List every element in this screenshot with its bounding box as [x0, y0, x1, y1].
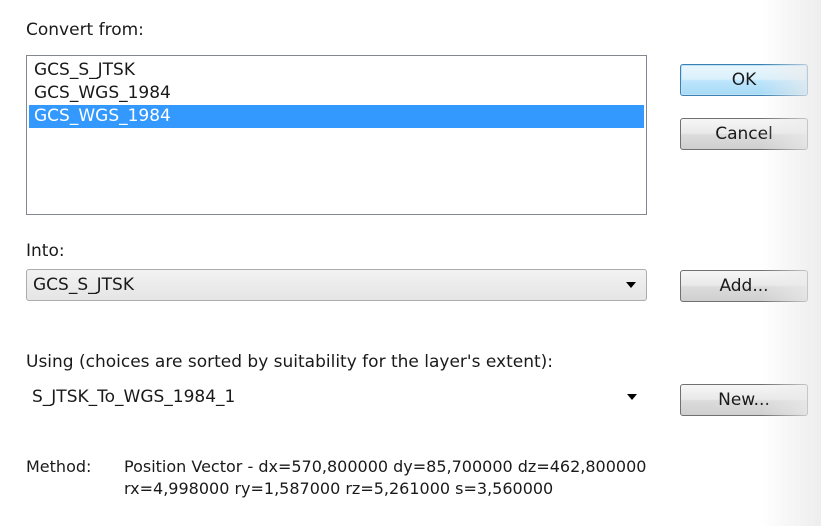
using-label: Using (choices are sorted by suitability… [26, 352, 553, 372]
chevron-down-icon [627, 394, 637, 400]
into-label: Into: [26, 241, 65, 261]
method-label: Method: [26, 457, 92, 476]
method-description-line2: rx=4,998000 ry=1,587000 rz=5,261000 s=3,… [124, 479, 554, 498]
ok-button[interactable]: OK [680, 64, 808, 96]
method-description-line1: Position Vector - dx=570,800000 dy=85,70… [124, 457, 647, 476]
list-item[interactable]: GCS_WGS_1984 [29, 82, 644, 105]
add-button[interactable]: Add... [680, 270, 808, 302]
cancel-button[interactable]: Cancel [680, 118, 808, 150]
new-button[interactable]: New... [680, 384, 808, 416]
into-selected-value: GCS_S_JTSK [33, 275, 134, 295]
using-selected-value: S_JTSK_To_WGS_1984_1 [32, 387, 236, 407]
geographic-transformation-dialog: Convert from: GCS_S_JTSK GCS_WGS_1984 GC… [0, 0, 821, 526]
convert-from-listbox[interactable]: GCS_S_JTSK GCS_WGS_1984 GCS_WGS_1984 [26, 55, 647, 215]
into-dropdown[interactable]: GCS_S_JTSK [26, 269, 647, 301]
using-dropdown[interactable]: S_JTSK_To_WGS_1984_1 [26, 382, 647, 414]
convert-from-label: Convert from: [26, 20, 144, 40]
list-item-selected[interactable]: GCS_WGS_1984 [29, 105, 644, 128]
chevron-down-icon [626, 282, 636, 288]
list-item[interactable]: GCS_S_JTSK [29, 59, 644, 82]
